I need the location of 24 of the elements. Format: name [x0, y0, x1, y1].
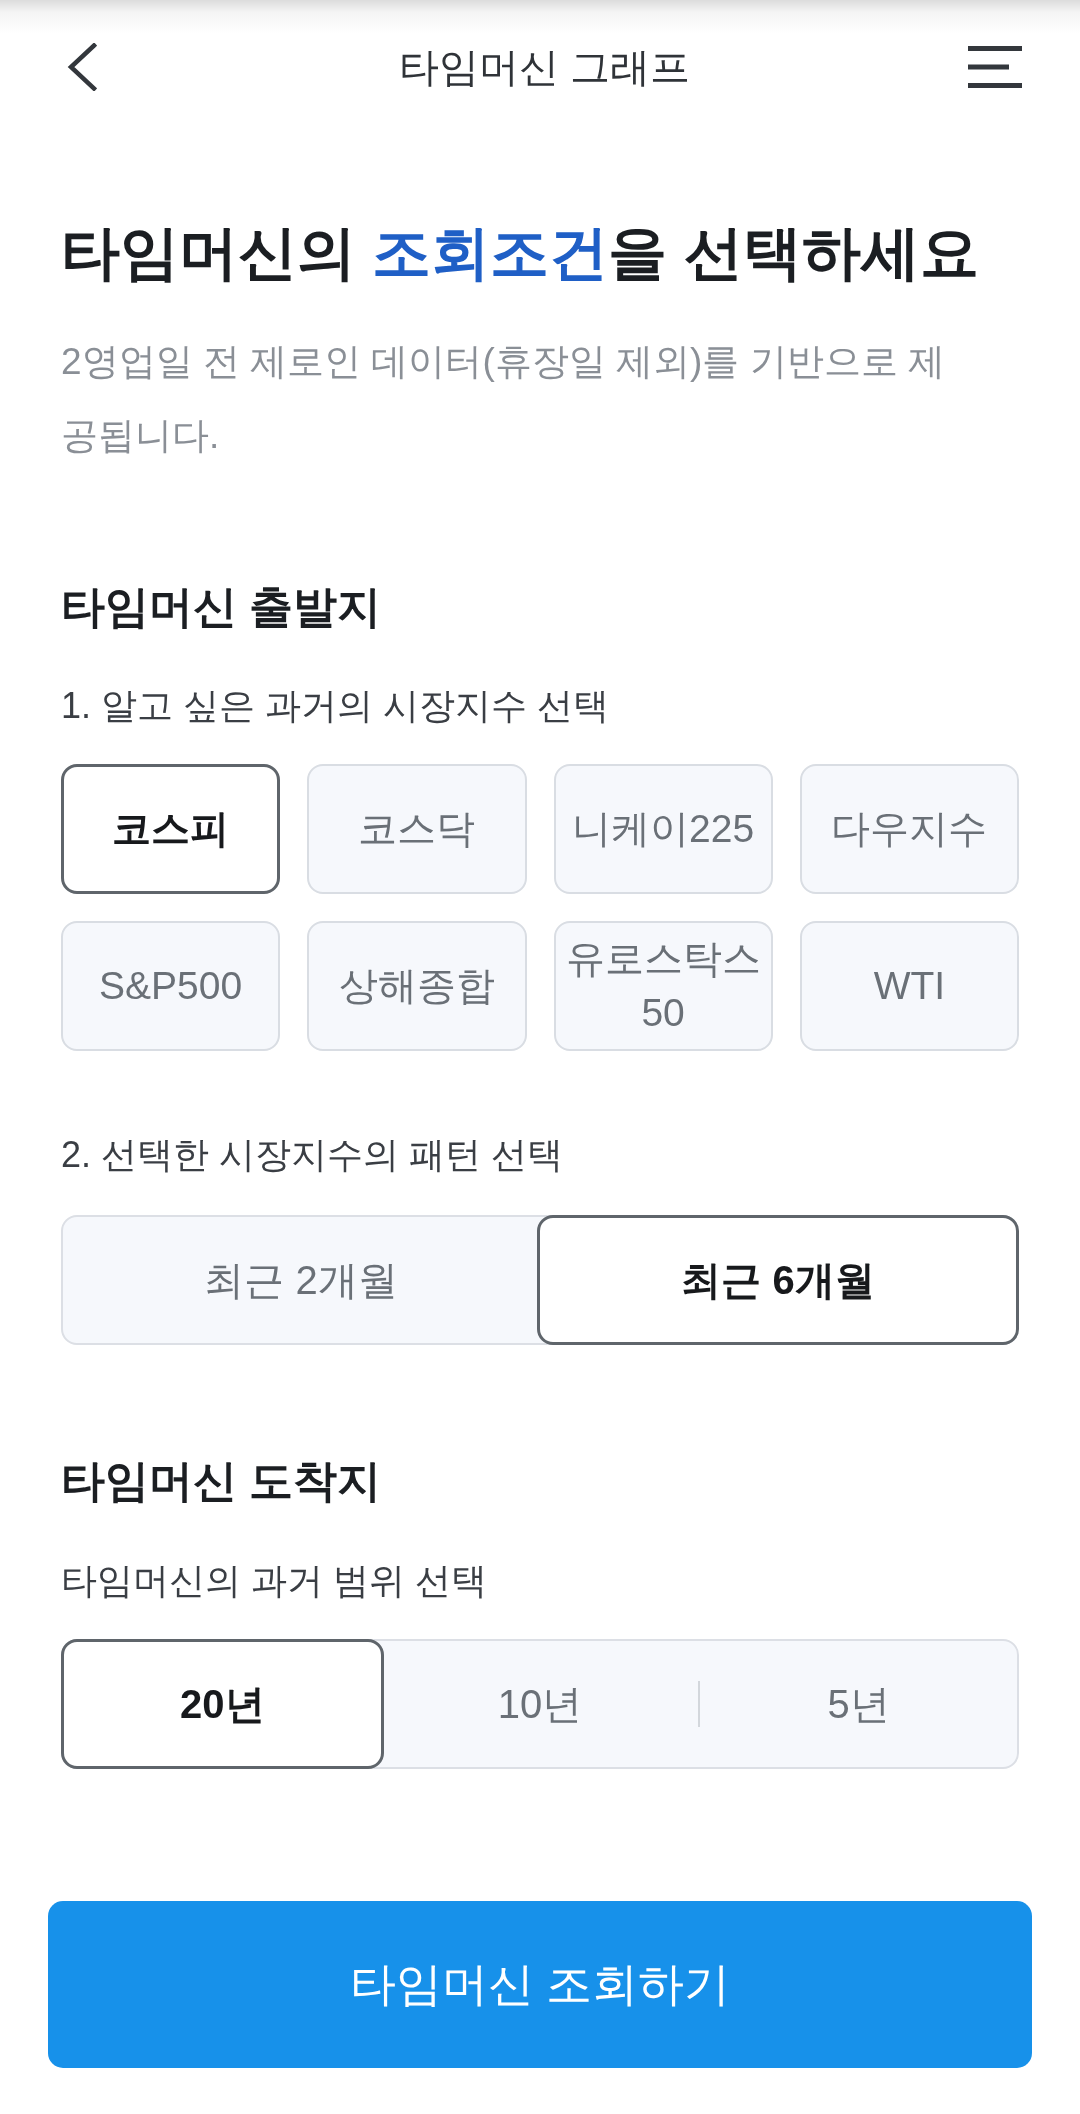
- menu-icon[interactable]: [968, 46, 1022, 88]
- description-text: 2영업일 전 제로인 데이터(휴장일 제외)를 기반으로 제공됩니다.: [61, 340, 946, 458]
- pattern-tab[interactable]: 최근 6개월: [537, 1215, 1019, 1345]
- page-heading: 타임머신의 조회조건을 선택하세요: [61, 219, 980, 288]
- market-index-button[interactable]: 유로스탁스50: [553, 921, 773, 1051]
- step-label: 1. 알고 싶은 과거의 시장지수 선택: [61, 684, 611, 728]
- market-index-button[interactable]: S&P500: [61, 921, 281, 1051]
- submit-button[interactable]: 타임머신 조회하기: [48, 1901, 1032, 2068]
- market-index-button[interactable]: 니케이225: [553, 764, 773, 894]
- section-title: 타임머신 도착지: [61, 1455, 383, 1507]
- market-index-button[interactable]: 상해종합: [307, 921, 527, 1051]
- section-title: 타임머신 출발지: [61, 581, 383, 633]
- step-label: 2. 선택한 시장지수의 패턴 선택: [61, 1133, 565, 1177]
- market-index-button[interactable]: WTI: [799, 921, 1019, 1051]
- page-title: 타임머신 그래프: [398, 44, 691, 91]
- range-tab[interactable]: 20년: [61, 1639, 384, 1769]
- back-icon[interactable]: [67, 43, 97, 91]
- market-index-button[interactable]: 코스피: [61, 764, 281, 894]
- market-index-button[interactable]: 다우지수: [799, 764, 1019, 894]
- market-index-button[interactable]: 코스닥: [307, 764, 527, 894]
- step-label: 타임머신의 과거 범위 선택: [61, 1559, 488, 1603]
- pattern-tab[interactable]: 최근 2개월: [63, 1217, 539, 1343]
- range-tab[interactable]: 5년: [700, 1641, 1017, 1767]
- range-tab[interactable]: 10년: [381, 1641, 699, 1767]
